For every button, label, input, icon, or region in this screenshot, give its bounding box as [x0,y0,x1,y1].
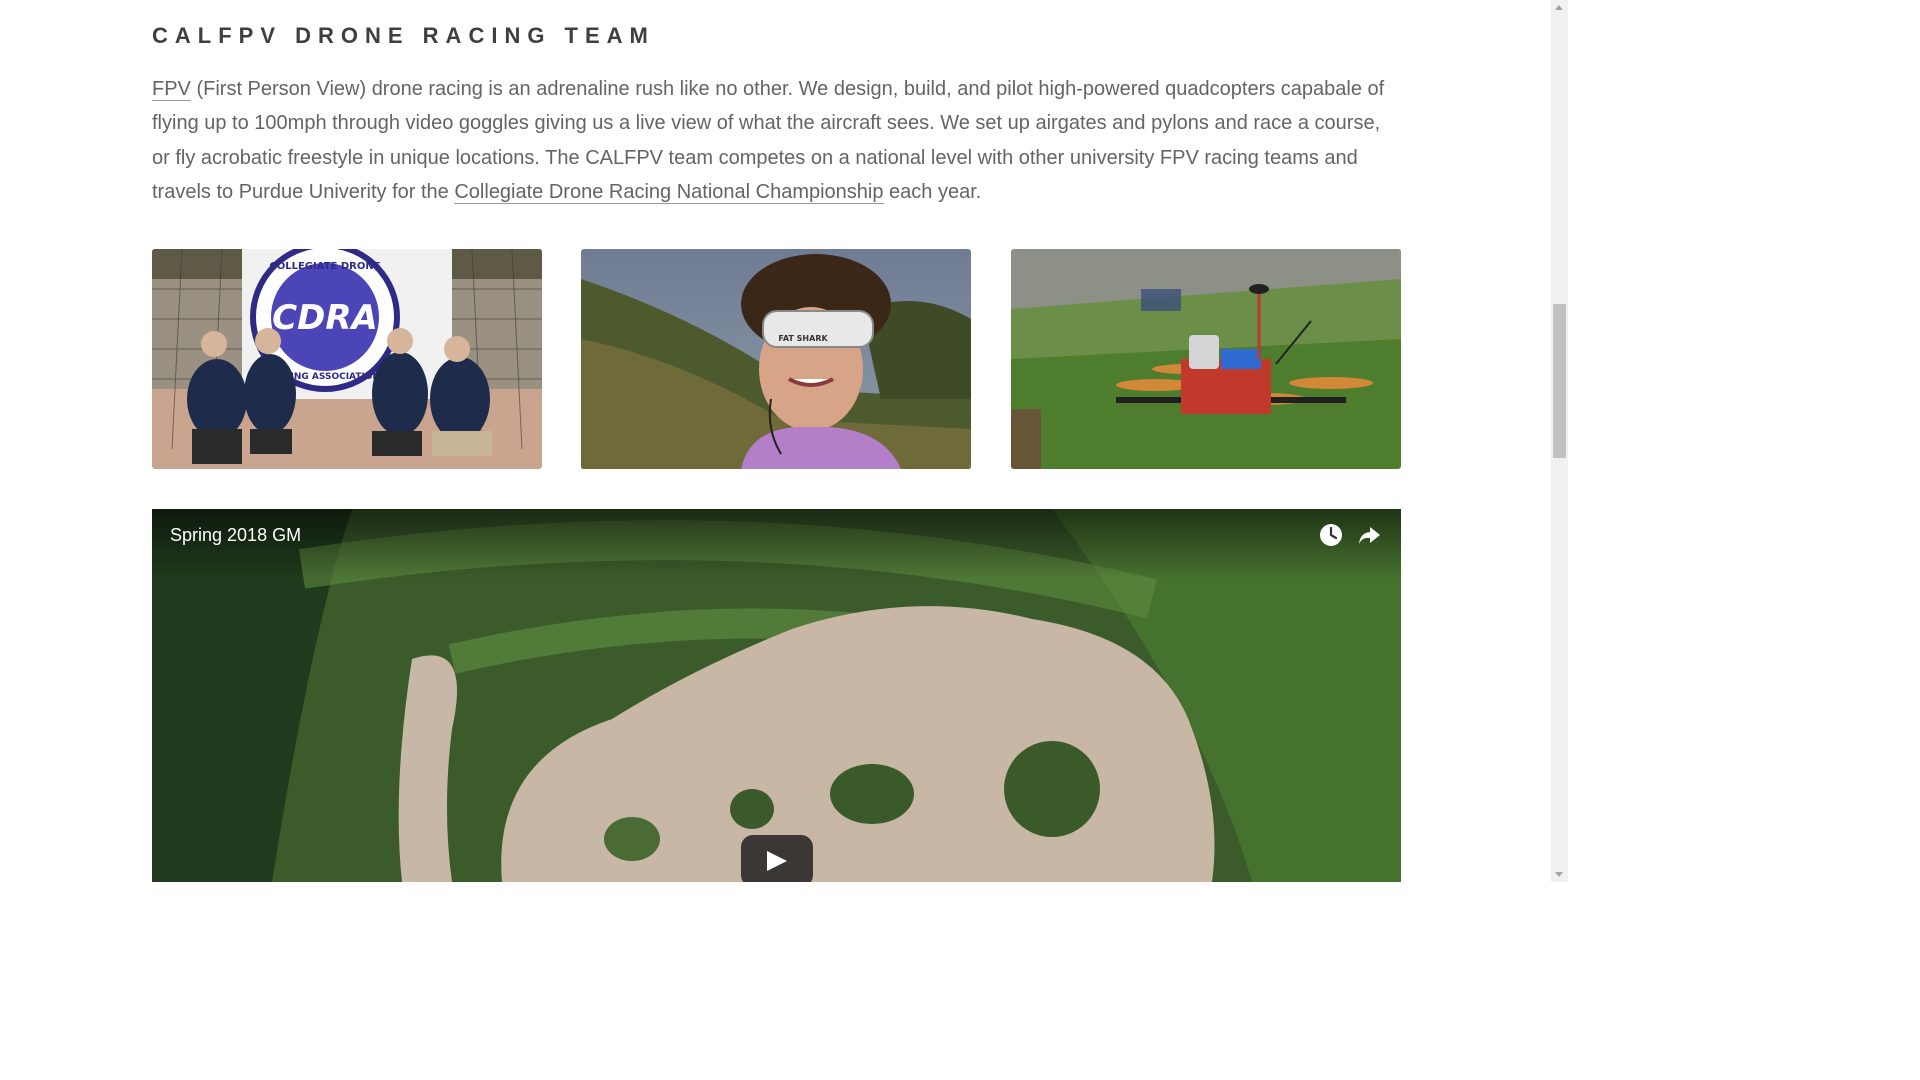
page-scrollbar[interactable] [1551,0,1568,882]
play-icon [767,851,787,871]
photo-gallery: CDRA COLLEGIATE DRONE RACING ASSOCIATION [152,249,1401,469]
section-title: CALFPV DRONE RACING TEAM [152,23,655,48]
banner-main-text: CDRA [272,298,378,338]
play-button[interactable] [741,835,813,882]
video-player[interactable]: Spring 2018 GM [152,509,1401,882]
video-title[interactable]: Spring 2018 GM [170,523,301,547]
fpv-link[interactable]: FPV [152,78,191,101]
intro-paragraph: FPV (First Person View) drone racing is … [152,72,1401,209]
video-title-shade [152,509,1401,579]
intro-text-2: each year. [883,180,982,203]
quadcopter-photo[interactable] [1011,249,1401,469]
goggles-brand-text: FAT SHARK [778,334,828,343]
scroll-down-arrow-icon[interactable] [1555,872,1563,877]
banner-top-text: COLLEGIATE DRONE [269,261,380,272]
goggles-pilot-photo[interactable]: FAT SHARK [581,249,971,469]
scroll-thumb[interactable] [1553,304,1566,458]
team-banner-photo[interactable]: CDRA COLLEGIATE DRONE RACING ASSOCIATION [152,249,542,469]
share-arrow-icon[interactable] [1355,521,1383,549]
clock-icon[interactable] [1317,521,1345,549]
championship-link[interactable]: Collegiate Drone Racing National Champio… [454,180,884,204]
scroll-up-arrow-icon[interactable] [1555,5,1563,10]
